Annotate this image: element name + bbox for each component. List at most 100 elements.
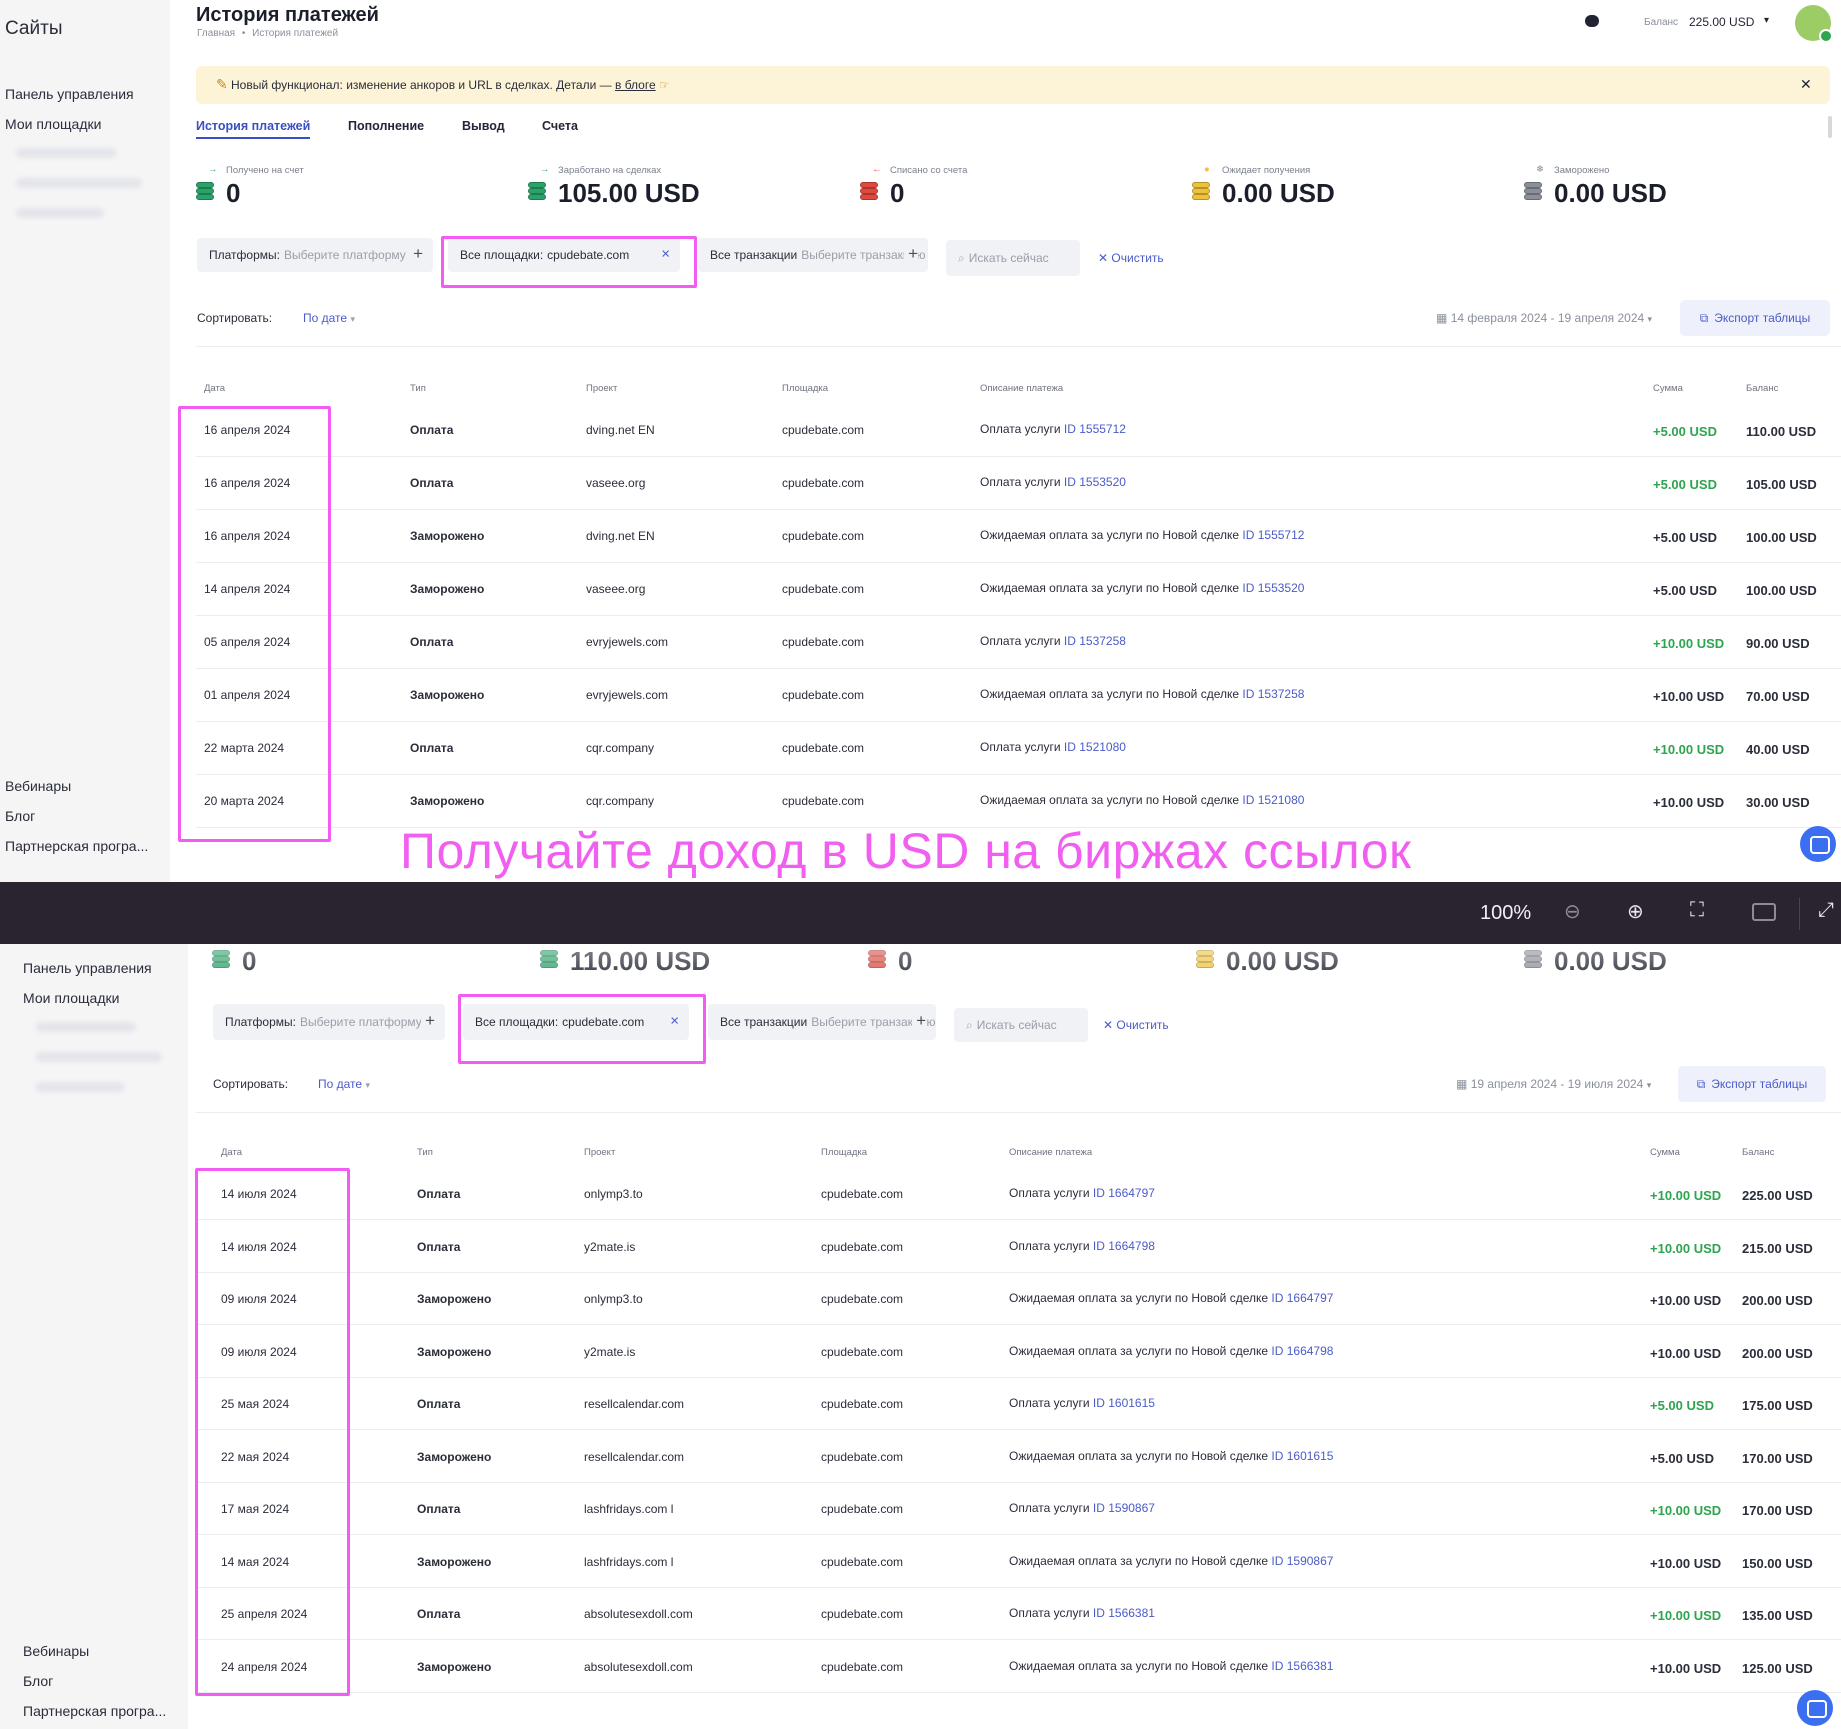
row-amount: +10.00 USD bbox=[1650, 1188, 1722, 1203]
transactions-filter[interactable]: Все транзакции Выберите транзакцию + bbox=[698, 238, 928, 272]
close-icon[interactable]: ✕ bbox=[1800, 76, 1812, 93]
deal-id-link[interactable]: ID 1521080 bbox=[1064, 740, 1126, 754]
support-chat-button[interactable] bbox=[1800, 826, 1836, 862]
sidebar-site-blurred[interactable] bbox=[16, 178, 142, 188]
deal-id-link[interactable]: ID 1601615 bbox=[1271, 1449, 1333, 1463]
balance-value[interactable]: 225.00 USD bbox=[1689, 15, 1754, 29]
zoom-level: 100% bbox=[1480, 902, 1532, 924]
column-header-site[interactable]: Площадка bbox=[782, 383, 828, 394]
add-icon[interactable]: + bbox=[409, 244, 423, 264]
deal-id-link[interactable]: ID 1537258 bbox=[1242, 687, 1304, 701]
add-icon[interactable]: + bbox=[421, 1011, 435, 1031]
column-header-description[interactable]: Описание платежа bbox=[980, 383, 1063, 394]
fit-screen-icon[interactable]: ⛶ bbox=[1690, 899, 1704, 922]
search-input[interactable]: ⌕ Искать сейчас bbox=[954, 1008, 1088, 1042]
column-header-amount[interactable]: Сумма bbox=[1653, 383, 1683, 394]
clear-filters-button[interactable]: ✕ Очистить bbox=[1098, 251, 1164, 265]
column-header-site[interactable]: Площадка bbox=[821, 1147, 867, 1158]
row-type: Оплата bbox=[410, 423, 454, 437]
sidebar-site-blurred[interactable] bbox=[16, 148, 116, 158]
deal-id-link[interactable]: ID 1664797 bbox=[1093, 1186, 1155, 1200]
sidebar-item-my-sites[interactable]: Мои площадки bbox=[5, 116, 101, 132]
sidebar-item-webinars[interactable]: Вебинары bbox=[5, 778, 71, 794]
transactions-filter[interactable]: Все транзакции Выберите транзакцию + bbox=[708, 1004, 936, 1040]
banner-blog-link[interactable]: в блоге bbox=[615, 78, 656, 92]
tab-deposit[interactable]: Пополнение bbox=[348, 119, 424, 133]
deal-id-link[interactable]: ID 1590867 bbox=[1093, 1501, 1155, 1515]
column-header-date[interactable]: Дата bbox=[204, 383, 225, 394]
deal-id-link[interactable]: ID 1601615 bbox=[1093, 1396, 1155, 1410]
support-chat-button[interactable] bbox=[1797, 1690, 1833, 1726]
sidebar-site-blurred[interactable] bbox=[16, 208, 104, 218]
deal-id-link[interactable]: ID 1590867 bbox=[1271, 1554, 1333, 1568]
deal-id-link[interactable]: ID 1555712 bbox=[1064, 422, 1126, 436]
sidebar-item-dashboard[interactable]: Панель управления bbox=[23, 960, 152, 976]
sidebar-item-my-sites[interactable]: Мои площадки bbox=[23, 990, 119, 1006]
column-header-balance[interactable]: Баланс bbox=[1746, 383, 1778, 394]
sidebar-site-blurred[interactable] bbox=[36, 1082, 124, 1092]
sidebar-item-blog[interactable]: Блог bbox=[5, 808, 35, 824]
avatar[interactable] bbox=[1795, 5, 1833, 43]
column-header-type[interactable]: Тип bbox=[417, 1147, 433, 1158]
deal-id-link[interactable]: ID 1566381 bbox=[1271, 1659, 1333, 1673]
sidebar-site-blurred[interactable] bbox=[36, 1052, 162, 1062]
deal-id-link[interactable]: ID 1664797 bbox=[1271, 1291, 1333, 1305]
tab-payment-history[interactable]: История платежей bbox=[196, 119, 311, 139]
zoom-out-icon[interactable]: ⊖ bbox=[1564, 899, 1581, 924]
sort-dropdown[interactable]: По дате ▾ bbox=[318, 1077, 370, 1091]
zoom-in-icon[interactable]: ⊕ bbox=[1627, 899, 1644, 924]
expand-icon[interactable]: ⤢ bbox=[1818, 899, 1834, 922]
row-amount: +10.00 USD bbox=[1650, 1608, 1722, 1623]
column-header-project[interactable]: Проект bbox=[584, 1147, 615, 1158]
sidebar-item-partner[interactable]: Партнерская програ... bbox=[23, 1703, 166, 1719]
balance-label: Баланс bbox=[1644, 17, 1679, 28]
add-icon[interactable]: + bbox=[904, 244, 918, 264]
sidebar-item-blog[interactable]: Блог bbox=[23, 1673, 53, 1689]
sort-label: Сортировать: bbox=[213, 1077, 289, 1091]
column-header-description[interactable]: Описание платежа bbox=[1009, 1147, 1092, 1158]
platforms-filter[interactable]: Платформы: Выберите платформу + bbox=[197, 238, 433, 272]
row-site: cpudebate.com bbox=[821, 1397, 904, 1411]
chat-bubble-icon[interactable] bbox=[1585, 15, 1599, 27]
sidebar-logo[interactable]: Сайты bbox=[5, 18, 62, 40]
actual-size-icon[interactable] bbox=[1752, 903, 1776, 921]
date-range-picker[interactable]: ▦ 19 апреля 2024 - 19 июля 2024 ▾ bbox=[1456, 1077, 1651, 1091]
deal-id-link[interactable]: ID 1553520 bbox=[1242, 581, 1304, 595]
row-balance: 150.00 USD bbox=[1742, 1555, 1813, 1571]
deal-id-link[interactable]: ID 1664798 bbox=[1093, 1239, 1155, 1253]
sidebar-item-dashboard[interactable]: Панель управления bbox=[5, 86, 134, 102]
deal-id-link[interactable]: ID 1555712 bbox=[1242, 528, 1304, 542]
description-text: Оплата услуги bbox=[980, 634, 1061, 648]
description-text: Оплата услуги bbox=[1009, 1238, 1090, 1253]
deal-id-link[interactable]: ID 1537258 bbox=[1064, 634, 1126, 648]
deal-id-link[interactable]: ID 1521080 bbox=[1242, 793, 1304, 807]
sidebar-item-partner[interactable]: Партнерская програ... bbox=[5, 838, 148, 854]
platforms-filter[interactable]: Платформы: Выберите платформу + bbox=[213, 1004, 445, 1040]
scrollbar[interactable] bbox=[1828, 116, 1832, 138]
chevron-down-icon[interactable]: ▾ bbox=[1764, 15, 1769, 26]
column-header-amount[interactable]: Сумма bbox=[1650, 1147, 1680, 1158]
clear-filters-button[interactable]: ✕ Очистить bbox=[1103, 1018, 1169, 1032]
tab-withdraw[interactable]: Вывод bbox=[462, 119, 505, 133]
add-icon[interactable]: + bbox=[912, 1011, 926, 1031]
sidebar-item-webinars[interactable]: Вебинары bbox=[23, 1643, 89, 1659]
deal-id-link[interactable]: ID 1566381 bbox=[1093, 1606, 1155, 1620]
date-range-picker[interactable]: ▦ 14 февраля 2024 - 19 апреля 2024 ▾ bbox=[1436, 311, 1652, 325]
sort-dropdown[interactable]: По дате ▾ bbox=[303, 311, 355, 325]
sidebar-site-blurred[interactable] bbox=[36, 1022, 136, 1032]
row-project: y2mate.is bbox=[584, 1239, 636, 1254]
column-header-date[interactable]: Дата bbox=[221, 1147, 242, 1158]
column-header-balance[interactable]: Баланс bbox=[1742, 1147, 1774, 1158]
search-input[interactable]: ⌕ Искать сейчас bbox=[946, 240, 1080, 276]
stat-label: Ожидает получения bbox=[1222, 165, 1311, 176]
deal-id-link[interactable]: ID 1553520 bbox=[1064, 475, 1126, 489]
export-table-button[interactable]: ⧉ Экспорт таблицы bbox=[1678, 1066, 1826, 1102]
deal-id-link[interactable]: ID 1664798 bbox=[1271, 1344, 1333, 1358]
highlight-box bbox=[195, 1168, 350, 1696]
breadcrumb-home[interactable]: Главная bbox=[197, 28, 235, 39]
row-project: absolutesexdoll.com bbox=[584, 1607, 693, 1621]
tab-invoices[interactable]: Счета bbox=[542, 119, 578, 133]
column-header-type[interactable]: Тип bbox=[410, 383, 426, 394]
column-header-project[interactable]: Проект bbox=[586, 383, 617, 394]
export-table-button[interactable]: ⧉ Экспорт таблицы bbox=[1680, 300, 1830, 336]
